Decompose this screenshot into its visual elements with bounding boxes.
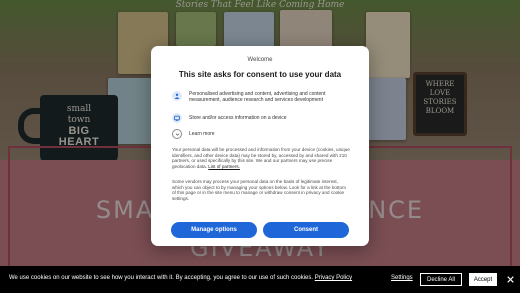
cookie-bar: We use cookies on our website to see how… (0, 266, 520, 293)
consent-button[interactable]: Consent (263, 222, 349, 238)
privacy-policy-link[interactable]: Privacy Policy (315, 275, 352, 281)
learn-more-label: Learn more (189, 131, 215, 137)
dialog-title: This site asks for consent to use your d… (178, 70, 342, 79)
purpose-personalised-ads: Personalised advertising and content, ad… (172, 91, 354, 103)
learn-more-toggle[interactable]: Learn more (172, 129, 215, 139)
cookie-bar-text: We use cookies on our website to see how… (9, 275, 353, 281)
list-of-partners-link[interactable]: List of partners. (208, 164, 240, 169)
dialog-welcome: Welcome (247, 57, 273, 63)
person-icon (172, 91, 182, 101)
consent-paragraph-1: Your personal data will be processed and… (172, 147, 350, 170)
consent-paragraph-2: Some vendors may process your personal d… (172, 179, 346, 202)
consent-dialog: Welcome This site asks for consent to us… (151, 46, 369, 246)
device-storage-icon (172, 113, 182, 123)
settings-link[interactable]: Settings (391, 275, 413, 281)
manage-options-button[interactable]: Manage options (171, 222, 257, 238)
close-icon[interactable] (504, 273, 516, 286)
accept-button[interactable]: Accept (469, 273, 497, 286)
decline-all-button[interactable]: Decline All (420, 273, 462, 286)
chevron-down-icon (172, 129, 182, 139)
purpose-device-storage: Store and/or access information on a dev… (172, 113, 354, 123)
